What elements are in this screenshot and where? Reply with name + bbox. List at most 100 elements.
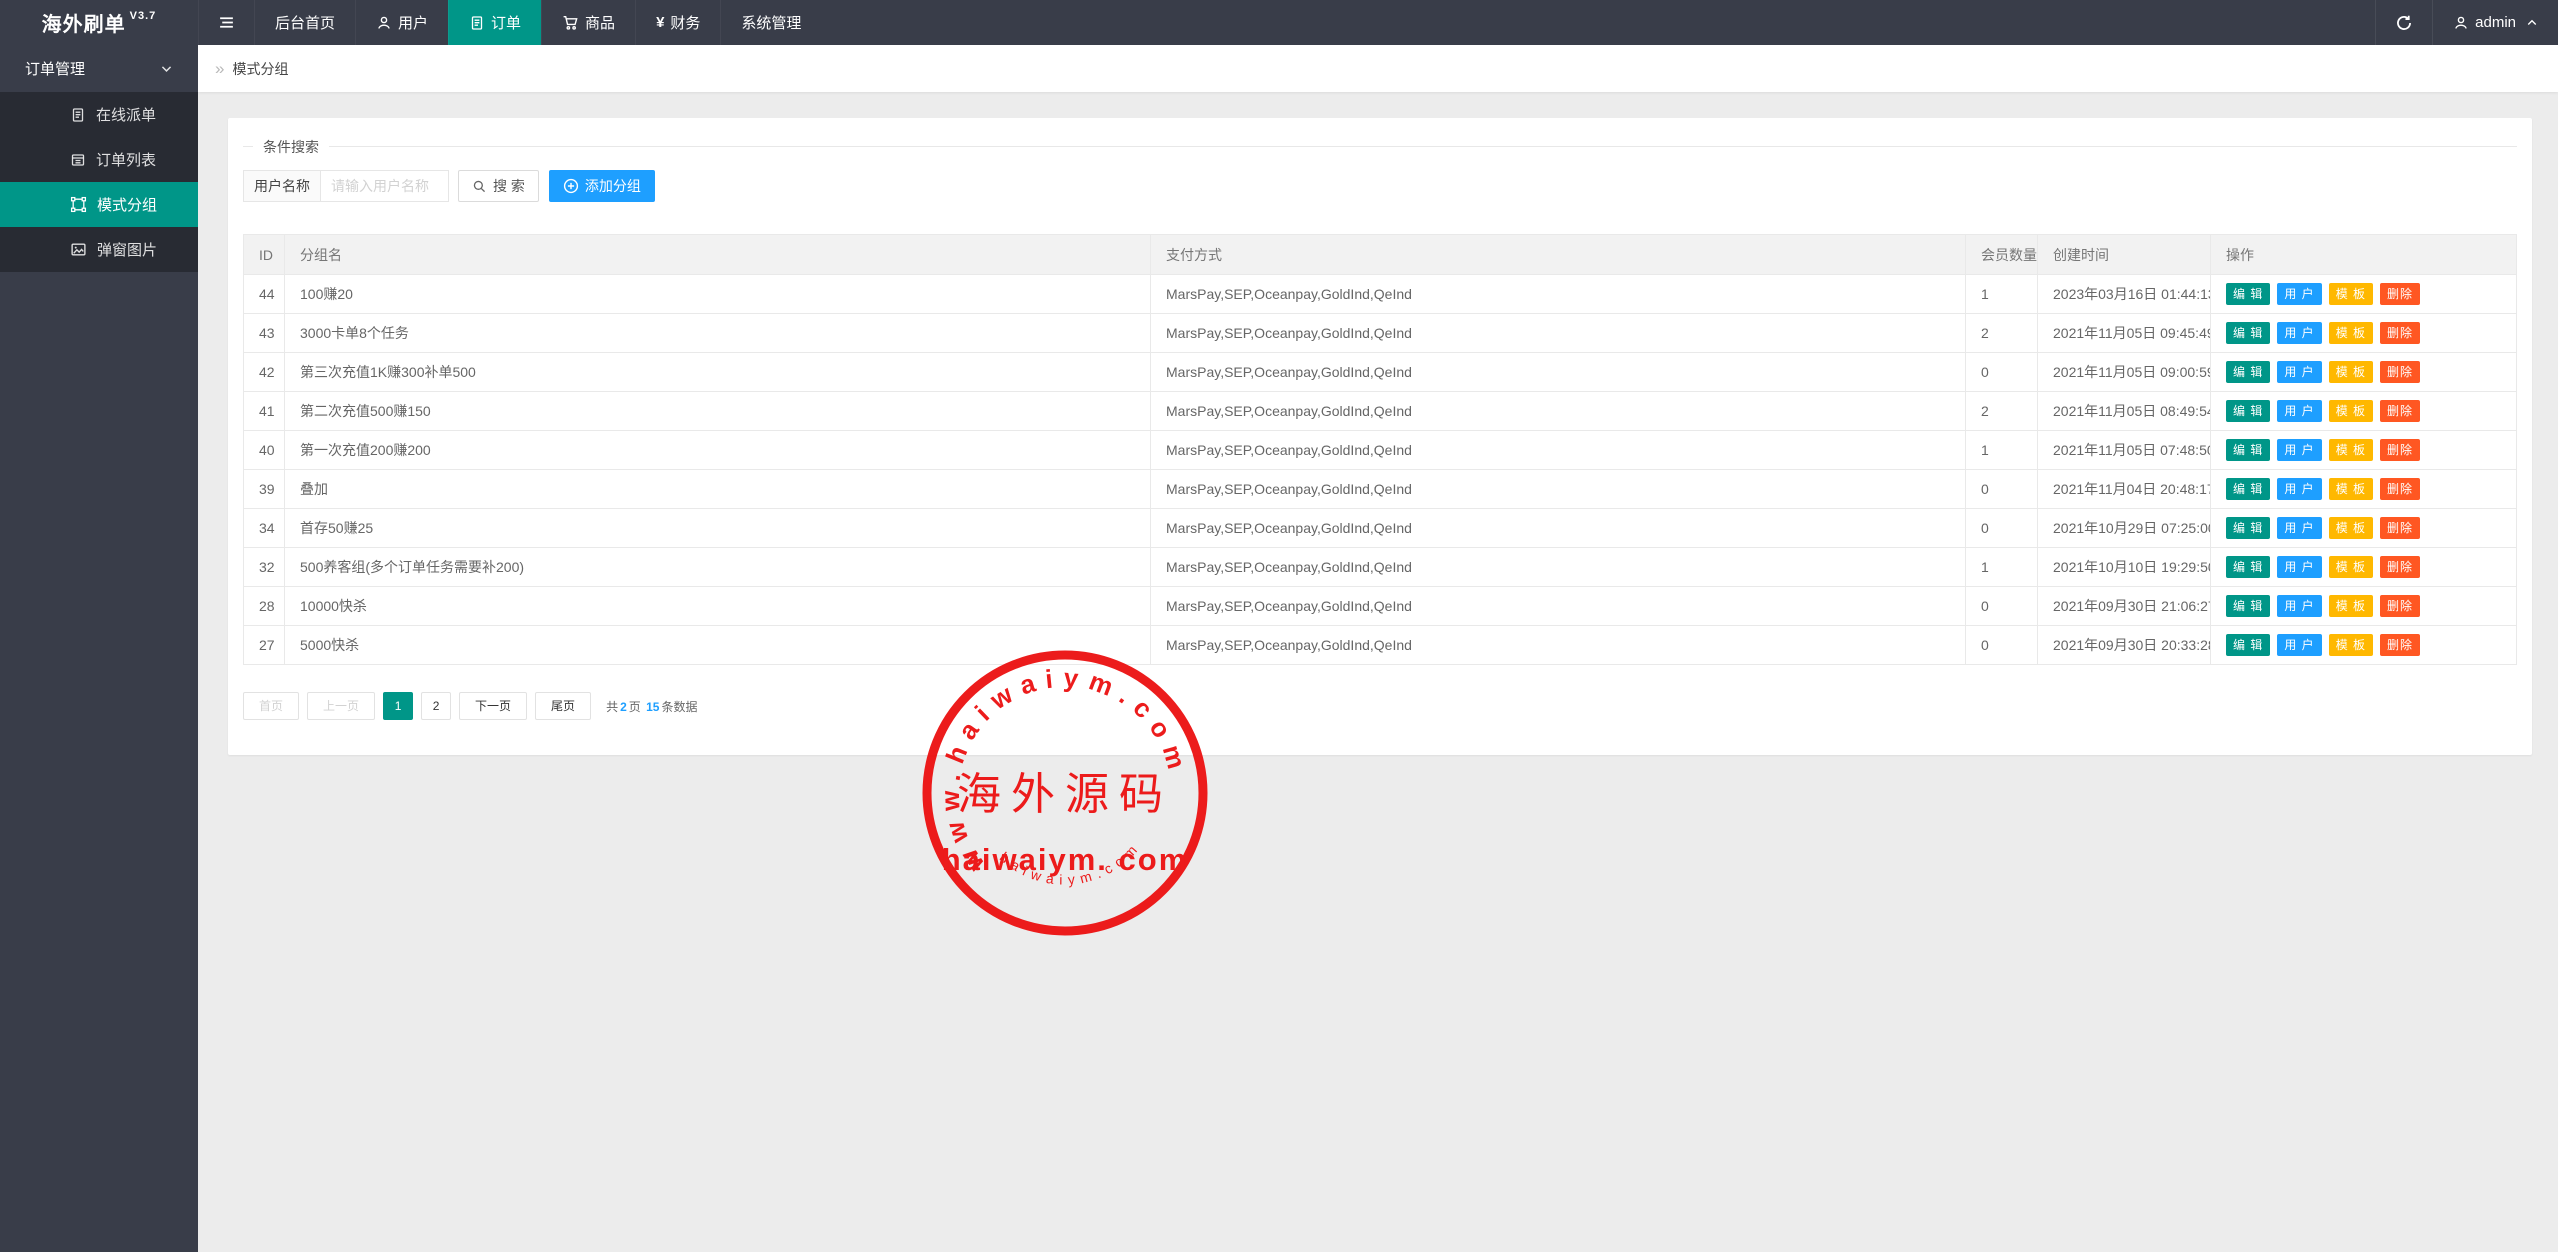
column-header: 支付方式: [1151, 235, 1966, 275]
id-cell: 43: [244, 314, 285, 353]
edit-button[interactable]: 编 辑: [2226, 517, 2270, 539]
user-button[interactable]: 用 户: [2277, 283, 2321, 305]
edit-button[interactable]: 编 辑: [2226, 478, 2270, 500]
template-button[interactable]: 模 板: [2329, 517, 2373, 539]
yen-icon: ¥: [656, 14, 664, 31]
delete-button[interactable]: 删除: [2380, 595, 2420, 617]
delete-button[interactable]: 删除: [2380, 478, 2420, 500]
sidebar-group-order-management[interactable]: 订单管理: [0, 45, 198, 92]
app-version: V3.7: [130, 10, 157, 22]
created-cell: 2021年10月10日 19:29:50: [2038, 548, 2211, 587]
delete-button[interactable]: 删除: [2380, 556, 2420, 578]
user-button[interactable]: 用 户: [2277, 556, 2321, 578]
pagination-first-button[interactable]: 首页: [243, 692, 299, 720]
pagination-next-button[interactable]: 下一页: [459, 692, 527, 720]
refresh-button[interactable]: [2375, 0, 2432, 45]
username-label: 用户名称: [243, 170, 321, 202]
add-group-button[interactable]: 添加分组: [549, 170, 655, 202]
edit-button[interactable]: 编 辑: [2226, 634, 2270, 656]
hamburger-icon: [218, 14, 235, 31]
template-button[interactable]: 模 板: [2329, 478, 2373, 500]
user-button[interactable]: 用 户: [2277, 361, 2321, 383]
group-name-cell: 叠加: [285, 470, 1151, 509]
actions-cell: 编 辑用 户模 板删除: [2211, 509, 2517, 548]
search-icon: [472, 179, 487, 194]
created-cell: 2023年03月16日 01:44:13: [2038, 275, 2211, 314]
id-cell: 44: [244, 275, 285, 314]
payment-cell: MarsPay,SEP,Oceanpay,GoldInd,QeInd: [1151, 275, 1966, 314]
edit-button[interactable]: 编 辑: [2226, 322, 2270, 344]
image-icon: [70, 241, 87, 258]
stamp-arc-bottom-text: haiwaiym.com: [997, 838, 1144, 888]
username-input[interactable]: [321, 170, 449, 202]
template-button[interactable]: 模 板: [2329, 361, 2373, 383]
pagination-last-button[interactable]: 尾页: [535, 692, 591, 720]
column-header: 操作: [2211, 235, 2517, 275]
group-name-cell: 10000快杀: [285, 587, 1151, 626]
template-button[interactable]: 模 板: [2329, 595, 2373, 617]
cart-icon: [562, 14, 579, 31]
members-cell: 0: [1966, 626, 2038, 665]
user-button[interactable]: 用 户: [2277, 634, 2321, 656]
delete-button[interactable]: 删除: [2380, 361, 2420, 383]
nav-item-users[interactable]: 用户: [355, 0, 448, 45]
search-form: 用户名称 搜 索 添加分组: [243, 170, 2517, 202]
sidebar-item-popup-image[interactable]: 弹窗图片: [0, 227, 198, 272]
table-header-row: ID分组名支付方式会员数量创建时间操作: [244, 235, 2517, 275]
delete-button[interactable]: 删除: [2380, 283, 2420, 305]
edit-button[interactable]: 编 辑: [2226, 595, 2270, 617]
delete-button[interactable]: 删除: [2380, 634, 2420, 656]
user-icon: [2453, 15, 2469, 31]
pagination-page-2[interactable]: 2: [421, 692, 451, 720]
sidebar-item-label: 订单列表: [96, 149, 156, 170]
edit-button[interactable]: 编 辑: [2226, 400, 2270, 422]
pagination-page-1[interactable]: 1: [383, 692, 413, 720]
template-button[interactable]: 模 板: [2329, 439, 2373, 461]
nav-item-home[interactable]: 后台首页: [254, 0, 355, 45]
template-button[interactable]: 模 板: [2329, 556, 2373, 578]
template-button[interactable]: 模 板: [2329, 400, 2373, 422]
members-cell: 1: [1966, 548, 2038, 587]
sidebar-submenu: 在线派单订单列表模式分组弹窗图片: [0, 92, 198, 272]
template-button[interactable]: 模 板: [2329, 283, 2373, 305]
edit-button[interactable]: 编 辑: [2226, 439, 2270, 461]
actions-cell: 编 辑用 户模 板删除: [2211, 626, 2517, 665]
sidebar-item-mode-group[interactable]: 模式分组: [0, 182, 198, 227]
sidebar-item-order-list[interactable]: 订单列表: [0, 137, 198, 182]
user-icon: [376, 15, 392, 31]
user-button[interactable]: 用 户: [2277, 322, 2321, 344]
user-button[interactable]: 用 户: [2277, 439, 2321, 461]
payment-cell: MarsPay,SEP,Oceanpay,GoldInd,QeInd: [1151, 470, 1966, 509]
members-cell: 1: [1966, 275, 2038, 314]
table-row: 2810000快杀MarsPay,SEP,Oceanpay,GoldInd,Qe…: [244, 587, 2517, 626]
edit-button[interactable]: 编 辑: [2226, 283, 2270, 305]
template-button[interactable]: 模 板: [2329, 634, 2373, 656]
edit-button[interactable]: 编 辑: [2226, 361, 2270, 383]
user-button[interactable]: 用 户: [2277, 400, 2321, 422]
app-logo: 海外刷单 V3.7: [0, 0, 198, 45]
table-row: 39叠加MarsPay,SEP,Oceanpay,GoldInd,QeInd02…: [244, 470, 2517, 509]
delete-button[interactable]: 删除: [2380, 517, 2420, 539]
nav-item-goods[interactable]: 商品: [541, 0, 635, 45]
breadcrumb: » 模式分组: [198, 45, 2558, 92]
user-button[interactable]: 用 户: [2277, 517, 2321, 539]
nav-item-orders[interactable]: 订单: [448, 0, 541, 45]
doc-icon: [70, 107, 86, 123]
user-button[interactable]: 用 户: [2277, 595, 2321, 617]
nav-item-system[interactable]: 系统管理: [720, 0, 821, 45]
search-button[interactable]: 搜 索: [458, 170, 539, 202]
delete-button[interactable]: 删除: [2380, 322, 2420, 344]
template-button[interactable]: 模 板: [2329, 322, 2373, 344]
user-menu[interactable]: admin: [2432, 0, 2558, 45]
edit-button[interactable]: 编 辑: [2226, 556, 2270, 578]
table-row: 41第二次充值500赚150MarsPay,SEP,Oceanpay,GoldI…: [244, 392, 2517, 431]
delete-button[interactable]: 删除: [2380, 400, 2420, 422]
pagination-prev-button[interactable]: 上一页: [307, 692, 375, 720]
delete-button[interactable]: 删除: [2380, 439, 2420, 461]
sidebar-item-label: 弹窗图片: [97, 239, 157, 260]
nav-item-finance[interactable]: ¥财务: [635, 0, 720, 45]
user-button[interactable]: 用 户: [2277, 478, 2321, 500]
collapse-menu-button[interactable]: [198, 0, 254, 45]
sidebar-item-online-dispatch[interactable]: 在线派单: [0, 92, 198, 137]
table-row: 40第一次充值200赚200MarsPay,SEP,Oceanpay,GoldI…: [244, 431, 2517, 470]
